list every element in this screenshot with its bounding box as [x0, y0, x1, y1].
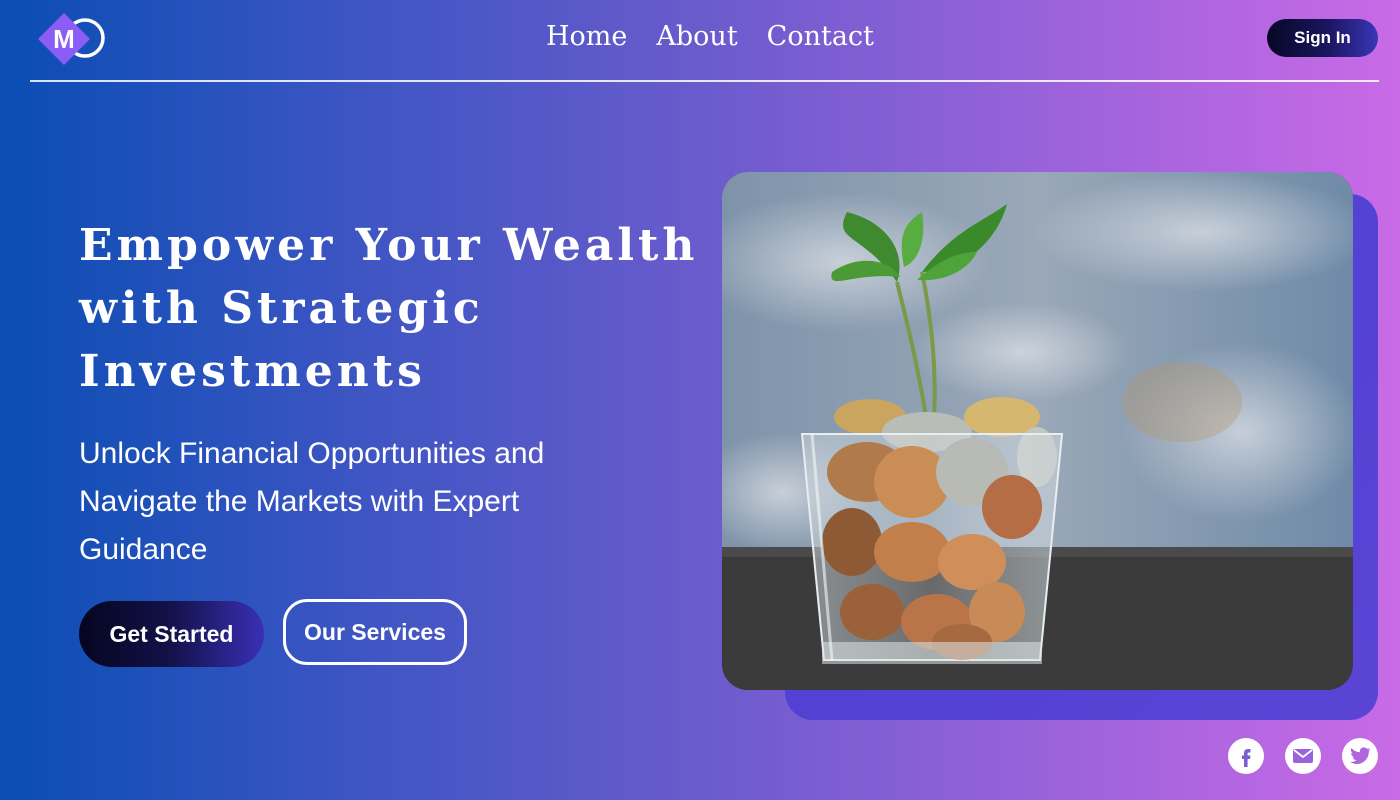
coin-jar-plant-image [722, 172, 1353, 690]
logo-letter: M [53, 24, 75, 54]
email-icon[interactable] [1285, 738, 1321, 774]
nav-about-link[interactable]: About [656, 18, 737, 56]
main-nav: Home About Contact [546, 18, 874, 56]
our-services-button[interactable]: Our Services [283, 599, 467, 665]
m-logo-icon: M [38, 13, 105, 65]
sign-in-button[interactable]: Sign In [1267, 19, 1378, 57]
get-started-button[interactable]: Get Started [79, 601, 264, 667]
nav-contact-link[interactable]: Contact [767, 18, 874, 56]
twitter-icon[interactable] [1342, 738, 1378, 774]
header-divider [30, 80, 1379, 82]
hero-title: Empower Your Wealth with Strategic Inves… [79, 220, 699, 397]
social-links [1228, 738, 1378, 774]
facebook-icon[interactable] [1228, 738, 1264, 774]
nav-home-link[interactable]: Home [546, 18, 627, 56]
hero-subtitle: Unlock Financial Opportunities and Navig… [79, 437, 545, 566]
hero-image [722, 172, 1353, 690]
brand-logo[interactable]: M [38, 13, 108, 65]
